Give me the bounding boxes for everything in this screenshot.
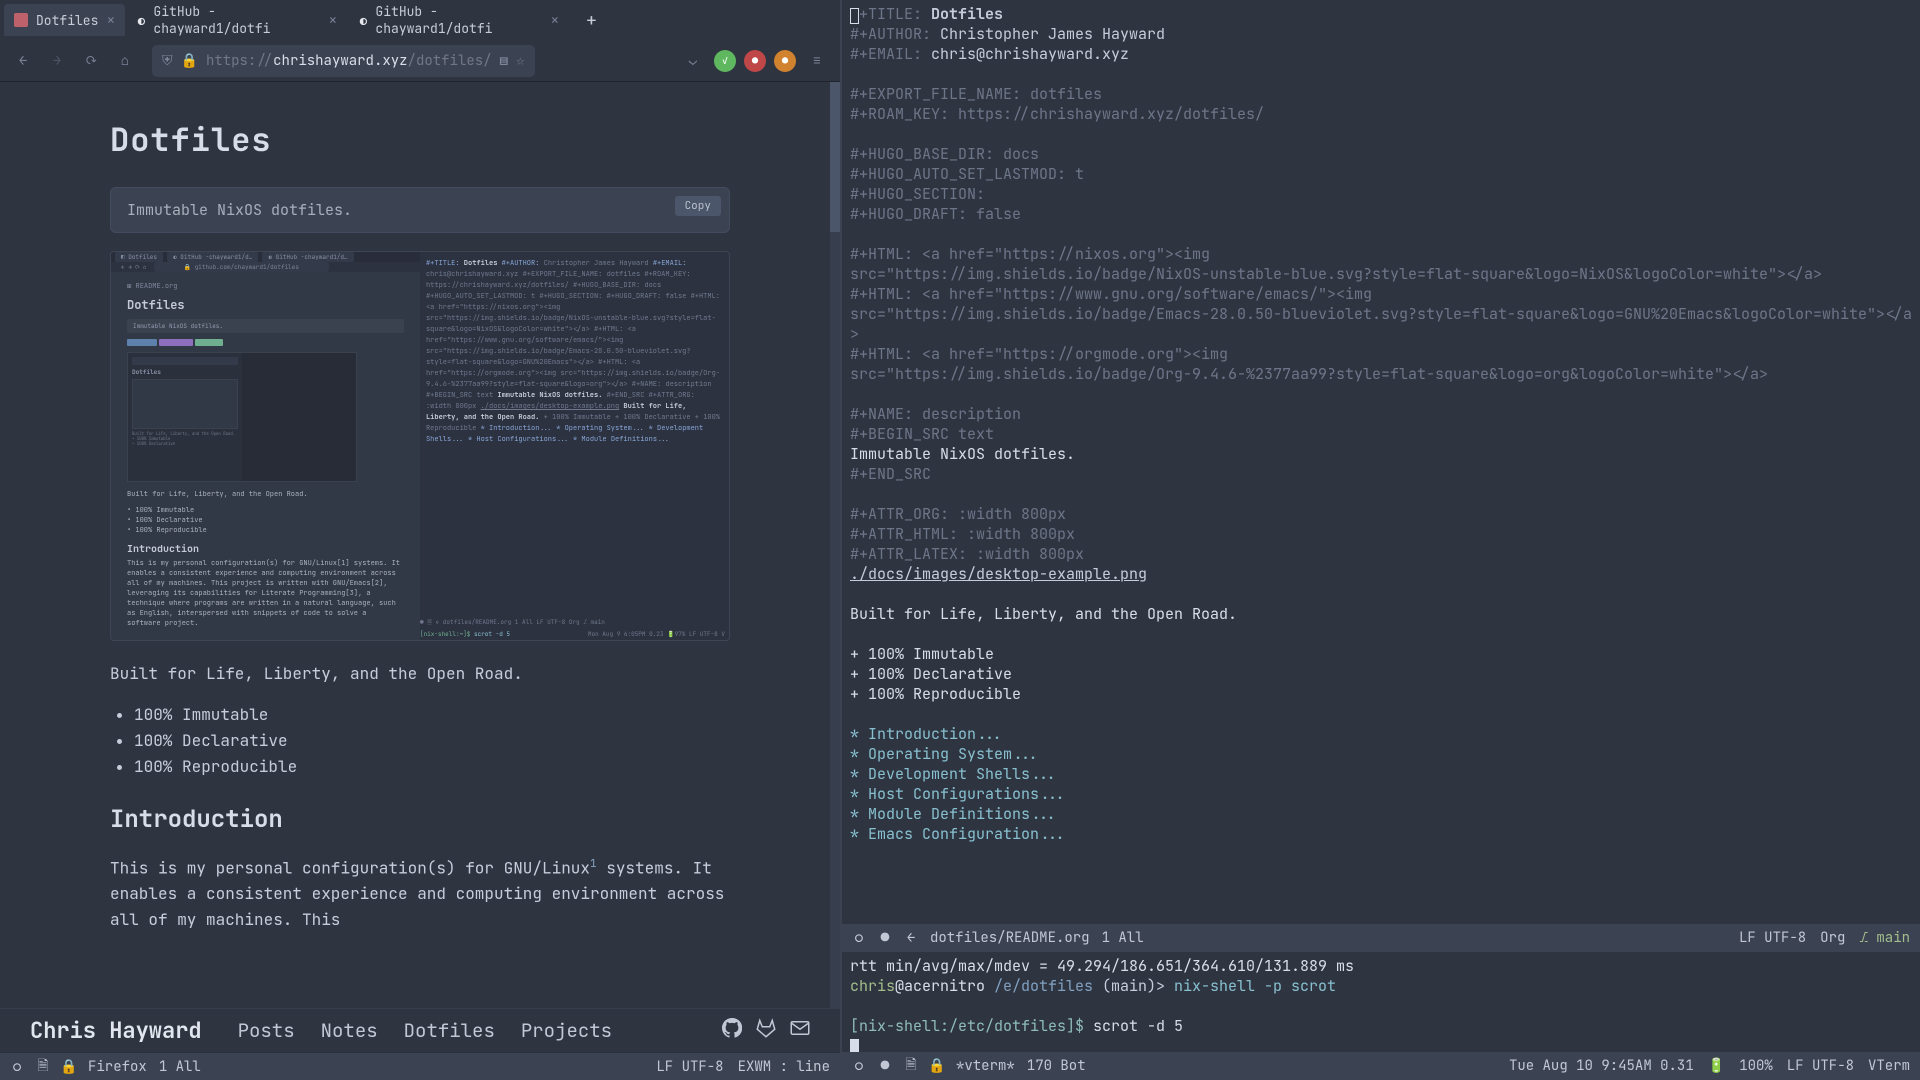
circle-icon: ○ [852,1059,866,1073]
buffer-position: 1 All [159,1058,201,1076]
modeline-editor: ○ ● ← dotfiles/README.org 1 All LF UTF-8… [842,924,1920,952]
buffer-position: 1 All [1102,929,1144,947]
battery-icon: 🔋 [1708,1057,1725,1075]
battery-pct: 100% [1739,1057,1773,1075]
gitlab-icon[interactable] [756,1018,776,1043]
buffer-name: Firefox [88,1058,147,1076]
site-nav: Chris Hayward Posts Notes Dotfiles Proje… [0,1008,840,1052]
favicon-icon [14,13,28,27]
intro-paragraph: This is my personal configuration(s) for… [110,851,730,933]
tab-label: Dotfiles [36,12,98,29]
nav-link-dotfiles[interactable]: Dotfiles [404,1018,495,1043]
extension-icon[interactable]: ✓ [714,50,736,72]
nav-link-projects[interactable]: Projects [521,1018,612,1043]
extension-icon[interactable]: ● [774,50,796,72]
nav-link-notes[interactable]: Notes [321,1018,378,1043]
github-icon: ◐ [137,12,145,29]
browser-tab[interactable]: ◐ GitHub - chayward1/dotfi × [349,4,569,36]
circle-icon: ● [878,1059,892,1073]
screenshot-image: ◧ Dotfiles◐ GitHub -chayward1/d…◐ GitHub… [110,251,730,641]
reader-icon[interactable]: ▤ [500,52,509,70]
close-icon[interactable]: × [106,10,115,30]
list-item: 100% Immutable [134,702,730,728]
browser-tab[interactable]: ◐ GitHub - chayward1/dotfi × [127,4,347,36]
buffer-name: *vterm* [956,1057,1015,1075]
scrollbar-thumb[interactable] [830,82,840,232]
cursor [850,1039,859,1052]
home-button[interactable]: ⌂ [112,48,138,74]
terminal[interactable]: rtt min/avg/max/mdev = 49.294/186.651/36… [842,952,1920,1052]
lock-icon: 🔒 [930,1059,944,1073]
forward-button[interactable]: → [44,48,70,74]
list-item: 100% Declarative [134,728,730,754]
extension-icon[interactable]: ● [744,50,766,72]
pocket-icon[interactable]: ⌄ [680,48,706,74]
close-icon[interactable]: × [328,10,337,30]
footnote-ref[interactable]: 1 [590,857,597,871]
circle-icon: ○ [852,931,866,945]
url-text: https://chrishayward.xyz/dotfiles/ [206,52,492,70]
section-heading: Introduction [110,804,730,835]
page-title: Dotfiles [110,118,730,161]
encoding: LF UTF-8 [1787,1057,1854,1075]
back-button[interactable]: ← [10,48,36,74]
major-mode: VTerm [1868,1057,1910,1075]
code-block: Immutable NixOS dotfiles. Copy [110,187,730,233]
site-brand[interactable]: Chris Hayward [30,1016,202,1045]
reload-button[interactable]: ⟳ [78,48,104,74]
modeline-terminal: ○ ● 🗎 🔒 *vterm* 170 Bot Tue Aug 10 9:45A… [842,1052,1920,1080]
url-bar[interactable]: ⛨ 🔒 https://chrishayward.xyz/dotfiles/ ▤… [152,45,535,77]
github-icon[interactable] [722,1018,742,1043]
browser-tabs: Dotfiles × ◐ GitHub - chayward1/dotfi × … [0,0,840,40]
modeline-left: ○ 🗎 🔒 Firefox 1 All LF UTF-8 EXWM : line [0,1052,840,1080]
new-tab-button[interactable]: + [577,6,605,34]
buffer-name: dotfiles/README.org [930,929,1090,947]
back-icon: ← [904,931,918,945]
shield-icon: ⛨ [162,52,173,70]
github-icon: ◐ [359,12,367,29]
tab-label: GitHub - chayward1/dotfi [375,3,542,37]
bookmark-icon[interactable]: ☆ [516,52,524,70]
circle-icon: ○ [10,1060,24,1074]
nav-link-posts[interactable]: Posts [238,1018,295,1043]
code-text: Immutable NixOS dotfiles. [127,200,352,220]
major-mode: EXWM : line [738,1058,830,1076]
browser-toolbar: ← → ⟳ ⌂ ⛨ 🔒 https://chrishayward.xyz/dot… [0,40,840,82]
circle-icon: ● [878,931,892,945]
file-icon: 🗎 [36,1060,50,1074]
list-item: 100% Reproducible [134,754,730,780]
encoding: LF UTF-8 [656,1058,723,1076]
file-icon: 🗎 [904,1059,918,1073]
buffer-position: 170 Bot [1027,1057,1086,1075]
tab-label: GitHub - chayward1/dotfi [153,3,320,37]
feature-list: 100% Immutable 100% Declarative 100% Rep… [110,702,730,780]
encoding: LF UTF-8 [1739,929,1806,947]
menu-button[interactable]: ≡ [804,48,830,74]
copy-button[interactable]: Copy [675,196,721,216]
lock-icon: 🔒 [62,1060,76,1074]
tagline: Built for Life, Liberty, and the Open Ro… [110,663,730,684]
browser-content[interactable]: Dotfiles Immutable NixOS dotfiles. Copy … [0,82,840,1008]
major-mode: Org [1820,929,1845,947]
mail-icon[interactable] [790,1018,810,1043]
close-icon[interactable]: × [550,10,559,30]
git-branch: main [1859,929,1910,947]
org-editor[interactable]: +TITLE: Dotfiles #+AUTHOR: Christopher J… [842,0,1920,924]
lock-icon: 🔒 [181,52,198,70]
datetime: Tue Aug 10 9:45AM 0.31 [1509,1057,1694,1075]
browser-tab-active[interactable]: Dotfiles × [4,4,125,36]
